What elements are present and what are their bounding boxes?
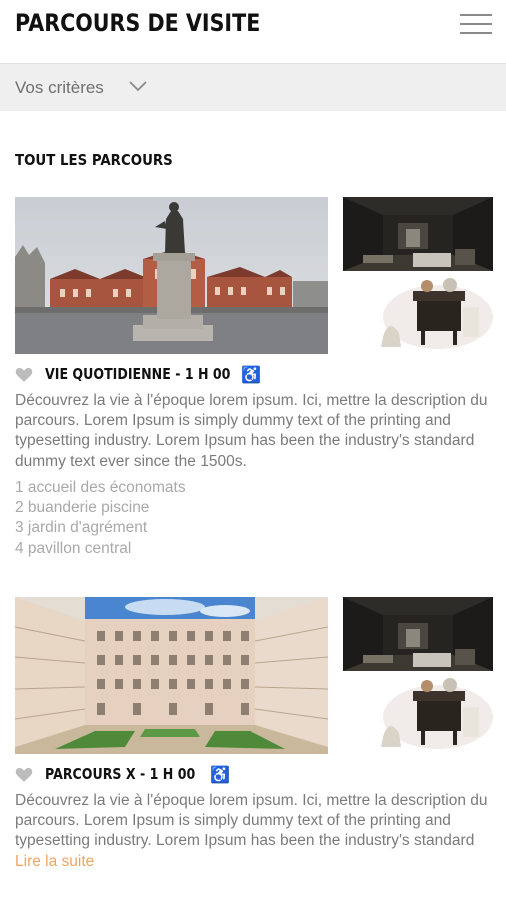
section-title: TOUT LES PARCOURS (15, 151, 173, 169)
app-header: PARCOURS DE VISITE (0, 0, 506, 62)
route-thumbnail-corridor[interactable] (343, 197, 493, 271)
route-description: Découvrez la vie à l'époque lorem ipsum.… (15, 392, 488, 470)
route-title[interactable]: VIE QUOTIDIENNE - 1 H 00 (45, 365, 230, 383)
route-thumbnail-stove[interactable] (343, 277, 493, 354)
route-description-text: Découvrez la vie à l'époque lorem ipsum.… (15, 792, 488, 850)
route-main-image[interactable] (15, 597, 328, 754)
list-item[interactable]: 1 accueil des économats (15, 478, 186, 498)
wheelchair-icon: ♿ (210, 767, 230, 784)
route-thumbnail-stove[interactable] (343, 677, 493, 754)
route-description: Découvrez la vie à l'époque lorem ipsum.… (15, 791, 497, 872)
route-thumbnail-corridor[interactable] (343, 597, 493, 671)
route-title[interactable]: PARCOURS X - 1 H 00 (45, 765, 195, 783)
heart-icon[interactable] (15, 367, 33, 383)
list-item[interactable]: 4 pavillon central (15, 539, 186, 559)
list-item[interactable]: 2 buanderie piscine (15, 498, 186, 518)
route-main-image[interactable] (15, 197, 328, 354)
wheelchair-icon: ♿ (241, 367, 261, 384)
route-title-row: PARCOURS X - 1 H 00 ♿ (15, 764, 495, 786)
page-title: PARCOURS DE VISITE (15, 9, 261, 37)
list-item[interactable]: 3 jardin d'agrément (15, 518, 186, 538)
chevron-down-icon (129, 81, 147, 92)
criteria-dropdown[interactable]: Vos critères (0, 63, 506, 111)
hamburger-menu-icon[interactable] (458, 10, 494, 40)
criteria-label: Vos critères (15, 78, 104, 97)
route-stops-list: 1 accueil des économats 2 buanderie pisc… (15, 478, 186, 559)
read-more-link[interactable]: Lire la suite (15, 853, 94, 870)
heart-icon[interactable] (15, 767, 33, 783)
route-title-row: VIE QUOTIDIENNE - 1 H 00 ♿ (15, 364, 495, 386)
